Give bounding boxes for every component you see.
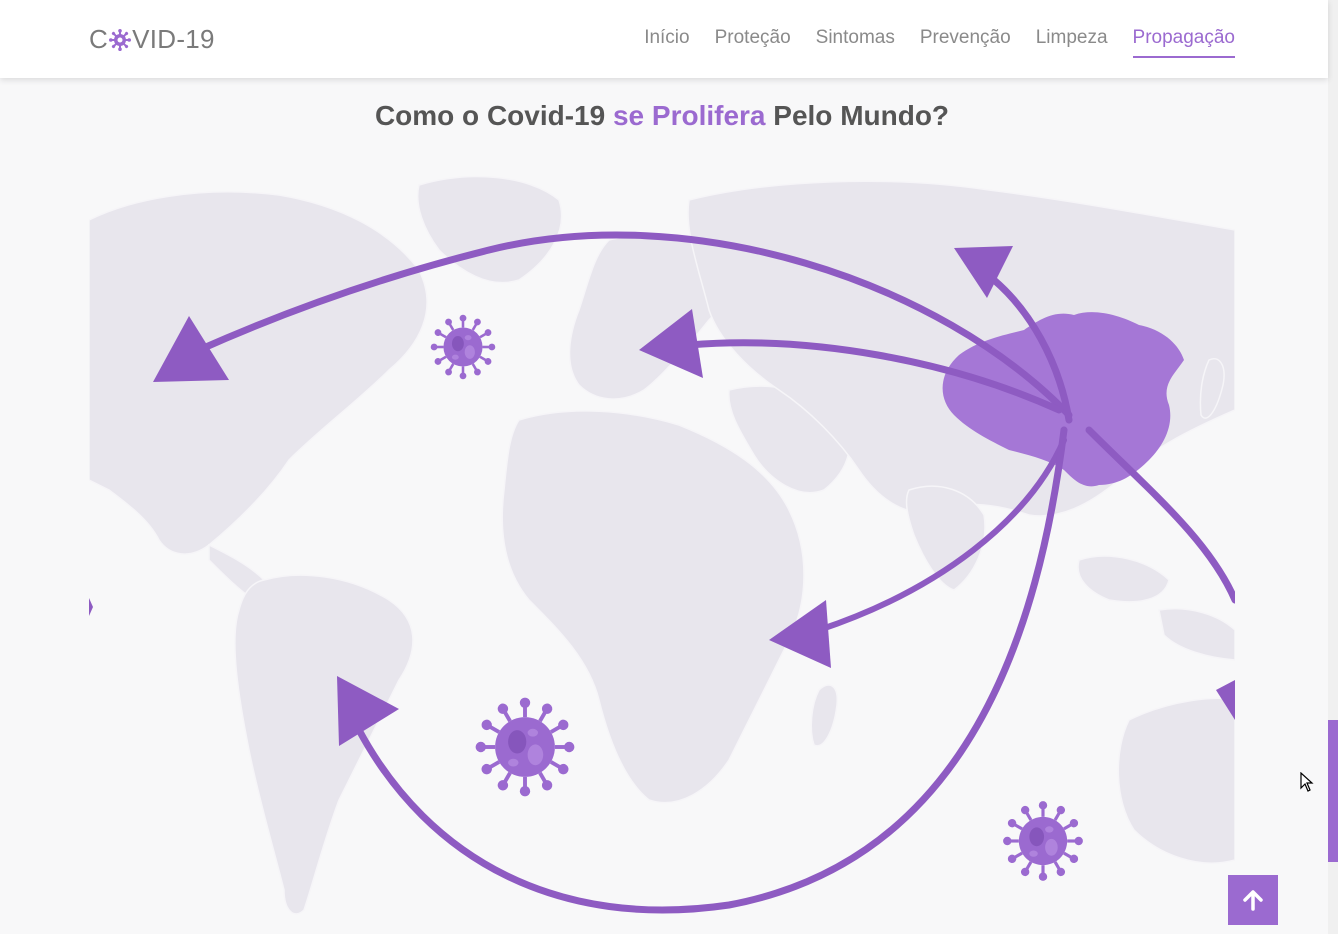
- virus-illustration-3: [988, 786, 1097, 895]
- nav-item-prevencao[interactable]: Prevenção: [920, 26, 1011, 58]
- back-to-top-button[interactable]: [1228, 875, 1278, 925]
- site-logo[interactable]: C VID-19: [89, 24, 215, 54]
- nav-item-protecao[interactable]: Proteção: [715, 26, 791, 58]
- arrowhead-left-edge: [89, 598, 93, 616]
- virus-icon: [109, 29, 132, 51]
- section-title: Como o Covid-19 se Prolifera Pelo Mundo?: [0, 100, 1324, 132]
- nav-item-inicio[interactable]: Início: [644, 26, 689, 58]
- section-title-accent: se Prolifera: [612, 100, 766, 131]
- virus-illustration-1: [419, 303, 507, 391]
- section-title-part2: Pelo Mundo?: [765, 100, 950, 131]
- virus-illustration-2: [458, 680, 593, 815]
- nav-item-limpeza[interactable]: Limpeza: [1036, 26, 1108, 58]
- logo-suffix: VID-19: [132, 24, 215, 54]
- nav-item-propagacao[interactable]: Propagação: [1132, 26, 1235, 58]
- navbar: C VID-19 Início Proteção Sintomas Preven…: [0, 0, 1328, 78]
- logo-prefix: C: [89, 24, 109, 54]
- arrow-up-icon: [1243, 890, 1263, 911]
- land-masses: [89, 175, 1235, 915]
- mouse-pointer-icon: [1300, 772, 1314, 792]
- scrollbar-thumb[interactable]: [1328, 720, 1338, 862]
- page-scrollbar[interactable]: [1328, 0, 1338, 934]
- world-map-illustration: [89, 175, 1235, 915]
- main-nav: Início Proteção Sintomas Prevenção Limpe…: [644, 26, 1235, 58]
- section-title-part1: Como o Covid-19: [374, 100, 613, 131]
- world-spread-map: [89, 160, 1235, 934]
- nav-item-sintomas[interactable]: Sintomas: [816, 26, 895, 58]
